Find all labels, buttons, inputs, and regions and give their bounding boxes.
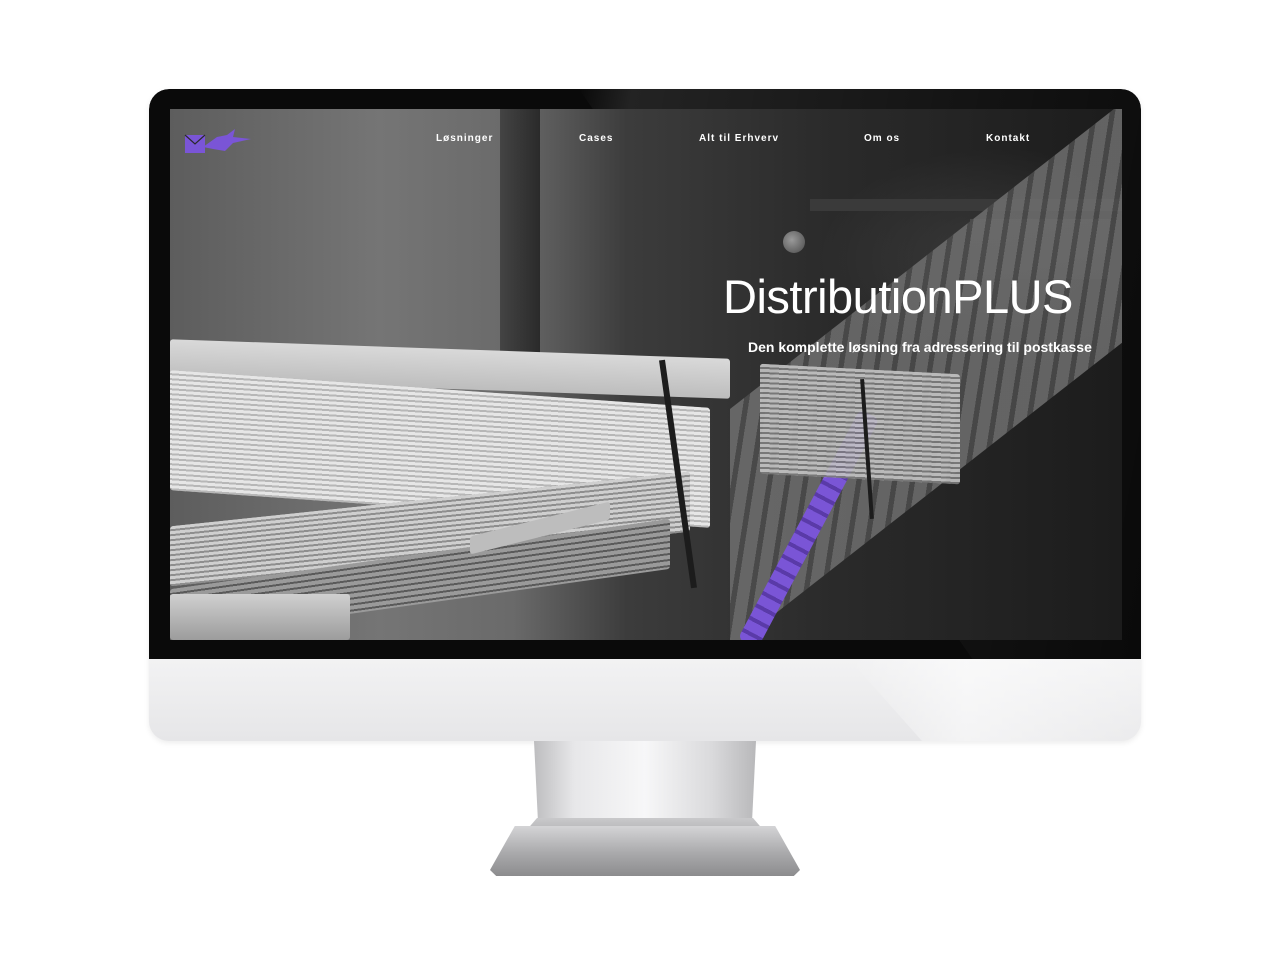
hero-title: DistributionPLUS — [723, 270, 1073, 323]
nav-item-om-os[interactable]: Om os — [864, 133, 900, 147]
paper-sheet — [170, 594, 350, 640]
hero-subtitle: Den komplette løsning fra adressering ti… — [748, 339, 1092, 355]
background-pillar — [500, 109, 540, 369]
nav-item-kontakt[interactable]: Kontakt — [986, 133, 1030, 147]
website-screen: Løsninger Cases Alt til Erhverv Om os Ko… — [170, 109, 1122, 640]
nav-item-losninger[interactable]: Løsninger — [436, 133, 493, 147]
nav-item-cases[interactable]: Cases — [579, 133, 613, 147]
bird-shape — [203, 129, 251, 151]
monitor-stand-neck — [534, 741, 756, 831]
monitor-stand-foot — [490, 826, 800, 876]
background-light — [783, 231, 805, 253]
paper-stack-image — [170, 339, 960, 640]
nav-item-alt-til-erhverv[interactable]: Alt til Erhverv — [699, 133, 779, 147]
imac-monitor: Løsninger Cases Alt til Erhverv Om os Ko… — [149, 89, 1141, 741]
bird-envelope-logo[interactable] — [183, 127, 253, 161]
